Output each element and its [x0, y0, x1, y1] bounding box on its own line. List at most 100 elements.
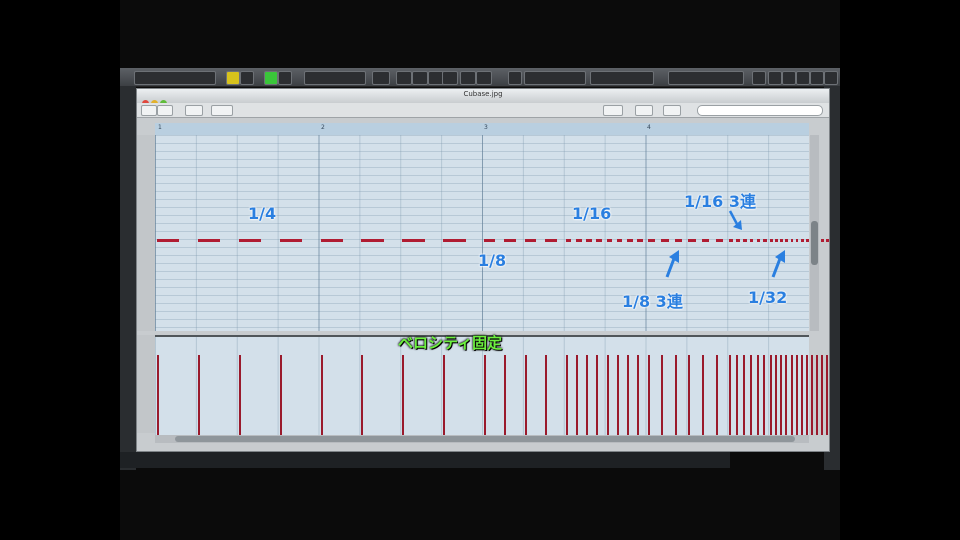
midi-note[interactable] — [402, 239, 425, 242]
velocity-bar[interactable] — [627, 355, 630, 435]
velocity-bar[interactable] — [742, 355, 745, 435]
midi-note[interactable] — [575, 239, 582, 242]
velocity-bar[interactable] — [545, 355, 548, 435]
midi-note[interactable] — [688, 239, 696, 242]
velocity-bar[interactable] — [596, 355, 599, 435]
zoom-in-button[interactable] — [635, 105, 653, 116]
toolbar-button[interactable] — [240, 71, 254, 85]
search-input[interactable] — [697, 105, 823, 116]
midi-note[interactable] — [780, 239, 784, 242]
midi-note[interactable] — [715, 239, 724, 242]
velocity-bar[interactable] — [770, 355, 773, 435]
midi-note[interactable] — [674, 239, 683, 242]
velocity-bar[interactable] — [661, 355, 664, 435]
velocity-bar[interactable] — [565, 355, 568, 435]
velocity-bar[interactable] — [616, 355, 619, 435]
midi-note[interactable] — [157, 239, 180, 242]
midi-note[interactable] — [756, 239, 761, 242]
play-button[interactable] — [460, 71, 476, 85]
velocity-bar[interactable] — [826, 355, 829, 435]
velocity-bar[interactable] — [749, 355, 752, 435]
tool-pencil[interactable] — [768, 71, 782, 85]
velocity-bar[interactable] — [800, 355, 803, 435]
midi-note[interactable] — [606, 239, 613, 242]
nav-forward-button[interactable] — [157, 105, 173, 116]
midi-note[interactable] — [785, 239, 789, 242]
midi-note[interactable] — [826, 239, 830, 242]
midi-note[interactable] — [736, 239, 740, 242]
stop-button[interactable] — [442, 71, 458, 85]
velocity-bar[interactable] — [606, 355, 609, 435]
window-dropdown[interactable] — [590, 71, 654, 85]
tool-eraser[interactable] — [782, 71, 796, 85]
velocity-bar[interactable] — [688, 355, 691, 435]
velocity-bar[interactable] — [816, 355, 819, 435]
scroll-thumb[interactable] — [175, 436, 795, 442]
toolbar-button[interactable] — [134, 71, 216, 85]
velocity-bar[interactable] — [729, 355, 732, 435]
velocity-bar[interactable] — [361, 355, 364, 435]
midi-note[interactable] — [545, 239, 557, 242]
velocity-bar[interactable] — [811, 355, 813, 435]
midi-note[interactable] — [702, 239, 710, 242]
scroll-thumb[interactable] — [811, 221, 818, 265]
listen-button[interactable] — [264, 71, 278, 85]
velocity-bar[interactable] — [637, 355, 640, 435]
record-button[interactable] — [476, 71, 492, 85]
snap-dropdown[interactable] — [304, 71, 366, 85]
velocity-bar[interactable] — [647, 355, 650, 435]
piano-keyboard[interactable] — [137, 135, 156, 331]
velocity-bar[interactable] — [157, 355, 159, 435]
midi-note[interactable] — [238, 239, 262, 242]
midi-note[interactable] — [197, 239, 221, 242]
nav-back-button[interactable] — [141, 105, 157, 116]
velocity-bar[interactable] — [197, 355, 200, 435]
midi-note[interactable] — [742, 239, 747, 242]
velocity-bar[interactable] — [674, 355, 677, 435]
midi-note[interactable] — [586, 239, 592, 242]
midi-note[interactable] — [729, 239, 733, 242]
rewind-button[interactable] — [396, 71, 412, 85]
midi-note[interactable] — [795, 239, 799, 242]
view-button[interactable] — [185, 105, 203, 116]
midi-note[interactable] — [616, 239, 623, 242]
tool-pointer[interactable] — [752, 71, 766, 85]
velocity-bar[interactable] — [320, 355, 323, 435]
toolbar-button[interactable] — [278, 71, 292, 85]
midi-note[interactable] — [790, 239, 794, 242]
edit-button[interactable] — [663, 105, 681, 116]
horizontal-scrollbar[interactable] — [155, 435, 809, 443]
midi-note[interactable] — [484, 239, 496, 242]
velocity-bar[interactable] — [238, 355, 241, 435]
velocity-bar[interactable] — [715, 355, 718, 435]
velocity-bar[interactable] — [279, 355, 282, 435]
midi-note[interactable] — [504, 239, 516, 242]
velocity-bar[interactable] — [736, 355, 739, 435]
midi-note[interactable] — [524, 239, 537, 242]
midi-note[interactable] — [821, 239, 825, 242]
midi-note[interactable] — [596, 239, 603, 242]
midi-note[interactable] — [647, 239, 655, 242]
velocity-bar[interactable] — [805, 355, 808, 435]
velocity-bar[interactable] — [785, 355, 788, 435]
midi-note[interactable] — [749, 239, 754, 242]
velocity-bar[interactable] — [780, 355, 783, 435]
velocity-bar[interactable] — [402, 355, 405, 435]
share-button[interactable] — [211, 105, 233, 116]
velocity-bar[interactable] — [756, 355, 759, 435]
midi-note[interactable] — [775, 239, 779, 242]
velocity-bar[interactable] — [586, 355, 589, 435]
midi-note[interactable] — [805, 239, 809, 242]
midi-note[interactable] — [443, 239, 466, 242]
tool-mute[interactable] — [810, 71, 824, 85]
velocity-bar[interactable] — [795, 355, 798, 435]
tool-zoom[interactable] — [796, 71, 810, 85]
midi-note[interactable] — [361, 239, 384, 242]
midi-note[interactable] — [763, 239, 768, 242]
marker-button[interactable] — [508, 71, 522, 85]
tool-glue[interactable] — [824, 71, 838, 85]
midi-note[interactable] — [627, 239, 633, 242]
note-grid[interactable] — [155, 135, 830, 331]
preset-dropdown[interactable] — [668, 71, 744, 85]
loop-button[interactable] — [372, 71, 390, 85]
